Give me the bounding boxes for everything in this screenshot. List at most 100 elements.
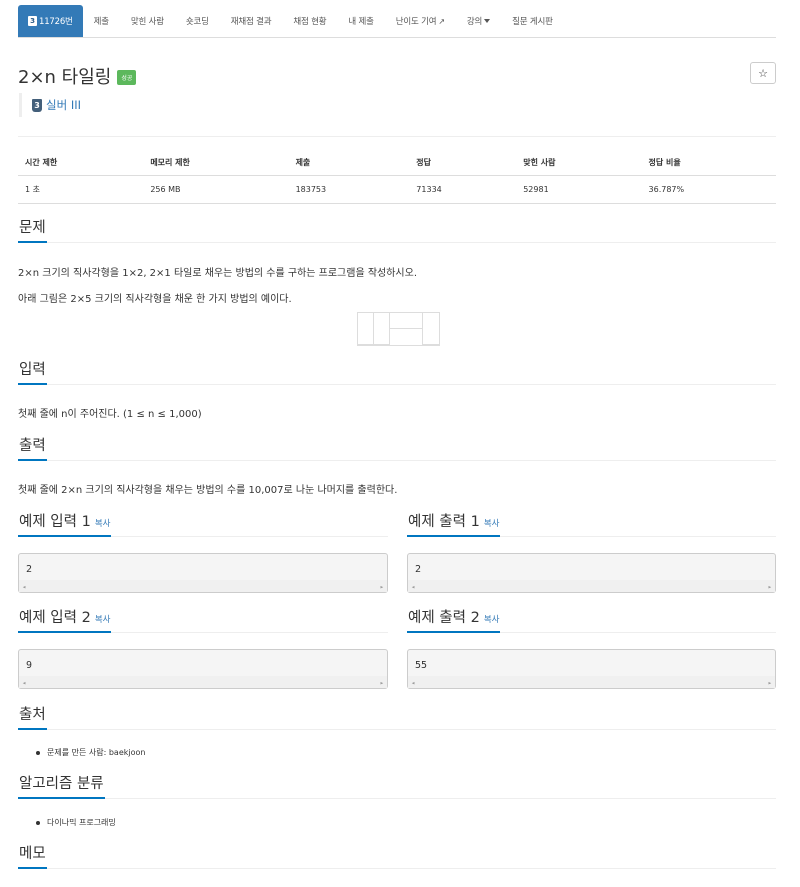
scroll-left-icon[interactable]: ◂ — [411, 679, 415, 687]
table-row: 1 초 256 MB 183753 71334 52981 36.787% — [18, 175, 776, 204]
scroll-right-icon[interactable]: ▸ — [380, 583, 384, 591]
copy-button[interactable]: 복사 — [484, 519, 500, 529]
sample-value: 55 — [415, 660, 428, 671]
tab-label: 숏코딩 — [185, 17, 209, 27]
description-text: 2×n 크기의 직사각형을 1×2, 2×1 타일로 채우는 방법의 수를 구하… — [18, 268, 418, 279]
copy-button[interactable]: 복사 — [95, 615, 111, 625]
sample-title: 예제 입력 2 — [19, 610, 91, 626]
section-title: 예제 출력 1 복사 — [407, 510, 501, 537]
tab-rejudge-results[interactable]: 재채점 결과 — [220, 5, 283, 37]
table-header: 제출 — [288, 150, 410, 176]
section-title: 예제 출력 2 복사 — [407, 606, 501, 633]
tab-question-board[interactable]: 질문 게시판 — [501, 5, 564, 37]
tab-judge-status[interactable]: 채점 현황 — [282, 5, 337, 37]
description-text: 아래 그림은 2×5 크기의 직사각형을 채운 한 가지 방법의 예이다. — [18, 294, 292, 305]
external-link-icon: ↗ — [438, 16, 445, 26]
table-header: 메모리 제한 — [143, 150, 289, 176]
section-title: 알고리즘 분류 — [18, 772, 105, 799]
section-title: 문제 — [18, 216, 47, 243]
caret-down-icon — [484, 19, 491, 23]
scroll-left-icon[interactable]: ◂ — [22, 679, 26, 687]
problem-title-row: 2×n 타일링 성공 — [18, 63, 137, 89]
table-header-row: 시간 제한 메모리 제한 제출 정답 맞힌 사람 정답 비율 — [18, 150, 776, 176]
tab-solved-users[interactable]: 맞힌 사람 — [120, 5, 175, 37]
sample-input-box[interactable]: 9 ◂ ▸ — [18, 649, 388, 689]
algorithm-tag[interactable]: 다이나믹 프로그래밍 — [47, 817, 116, 828]
section-title: 출처 — [18, 703, 47, 730]
input-text: 첫째 줄에 n이 주어진다. (1 ≤ n ≤ 1,000) — [18, 409, 202, 420]
scroll-left-icon[interactable]: ◂ — [411, 583, 415, 591]
section-memo: 메모 — [18, 843, 776, 869]
tab-label: 재채점 결과 — [230, 17, 272, 27]
problem-nav-tabs: 3 11726번 제출 맞힌 사람 숏코딩 재채점 결과 채점 현황 내 제출 … — [18, 5, 564, 37]
problem-tier: 3 실버 III — [19, 93, 81, 117]
section-title: 입력 — [18, 358, 47, 385]
tab-label: 채점 현황 — [293, 17, 327, 27]
page-title: 2×n 타일링 — [18, 67, 112, 88]
tab-short-coding[interactable]: 숏코딩 — [175, 5, 220, 37]
section-sample-output-1: 예제 출력 1 복사 — [407, 511, 776, 537]
horizontal-scrollbar[interactable]: ◂ ▸ — [19, 676, 387, 688]
table-cell: 71334 — [409, 175, 517, 204]
tab-label: 강의 — [466, 17, 483, 27]
table-header: 정답 — [409, 150, 517, 176]
tab-label: 내 제출 — [348, 17, 374, 27]
table-cell: 183753 — [288, 175, 410, 204]
tile — [390, 329, 423, 345]
tier-badge-icon: 3 — [28, 16, 37, 26]
scroll-right-icon[interactable]: ▸ — [380, 679, 384, 687]
tiling-figure — [357, 312, 440, 346]
list-item: 문제를 만든 사람: baekjoon — [36, 747, 145, 758]
tile — [374, 313, 390, 345]
table-cell: 1 초 — [18, 175, 144, 204]
table-header: 시간 제한 — [18, 150, 144, 176]
star-icon: ☆ — [758, 66, 768, 80]
status-badge: 성공 — [117, 70, 137, 85]
table-cell: 256 MB — [143, 175, 289, 204]
tab-my-submissions[interactable]: 내 제출 — [337, 5, 384, 37]
output-text: 첫째 줄에 2×n 크기의 직사각형을 채우는 방법의 수를 10,007로 나… — [18, 485, 398, 496]
section-input: 입력 — [18, 359, 776, 385]
tile — [390, 313, 423, 329]
table-header: 정답 비율 — [641, 150, 776, 176]
scroll-right-icon[interactable]: ▸ — [768, 583, 772, 591]
scroll-right-icon[interactable]: ▸ — [768, 679, 772, 687]
tier-link[interactable]: 실버 III — [46, 97, 81, 113]
copy-button[interactable]: 복사 — [484, 615, 500, 625]
copy-button[interactable]: 복사 — [95, 519, 111, 529]
problem-info-table: 시간 제한 메모리 제한 제출 정답 맞힌 사람 정답 비율 1 초 256 M… — [18, 150, 776, 204]
scroll-left-icon[interactable]: ◂ — [22, 583, 26, 591]
section-source: 출처 — [18, 704, 776, 730]
tab-label: 제출 — [93, 17, 109, 27]
section-output: 출력 — [18, 435, 776, 461]
horizontal-scrollbar[interactable]: ◂ ▸ — [408, 580, 775, 592]
tab-problem-number[interactable]: 3 11726번 — [18, 5, 83, 37]
section-title: 예제 입력 1 복사 — [18, 510, 112, 537]
sample-input-box[interactable]: 2 ◂ ▸ — [18, 553, 388, 593]
tab-difficulty-contribution[interactable]: 난이도 기여 ↗ — [385, 5, 456, 37]
table-cell: 52981 — [516, 175, 642, 204]
section-sample-output-2: 예제 출력 2 복사 — [407, 607, 776, 633]
section-sample-input-1: 예제 입력 1 복사 — [18, 511, 388, 537]
nav-divider — [18, 37, 776, 38]
section-sample-input-2: 예제 입력 2 복사 — [18, 607, 388, 633]
tile — [358, 313, 374, 345]
section-algorithm: 알고리즘 분류 — [18, 773, 776, 799]
sample-output-box[interactable]: 2 ◂ ▸ — [407, 553, 776, 593]
star-button[interactable]: ☆ — [750, 62, 776, 84]
section-description: 문제 — [18, 217, 776, 243]
sample-value: 9 — [26, 660, 33, 671]
tab-problem-number-label: 11726번 — [39, 17, 73, 27]
tier-icon: 3 — [32, 98, 42, 112]
tab-label: 맞힌 사람 — [130, 17, 164, 27]
tab-submit[interactable]: 제출 — [83, 5, 120, 37]
section-title: 출력 — [18, 434, 47, 461]
horizontal-scrollbar[interactable]: ◂ ▸ — [408, 676, 775, 688]
divider — [18, 136, 776, 137]
table-cell: 36.787% — [641, 175, 776, 204]
horizontal-scrollbar[interactable]: ◂ ▸ — [19, 580, 387, 592]
tile — [423, 313, 439, 345]
list-item: 다이나믹 프로그래밍 — [36, 817, 116, 828]
tab-lectures[interactable]: 강의 — [456, 5, 501, 37]
sample-output-box[interactable]: 55 ◂ ▸ — [407, 649, 776, 689]
